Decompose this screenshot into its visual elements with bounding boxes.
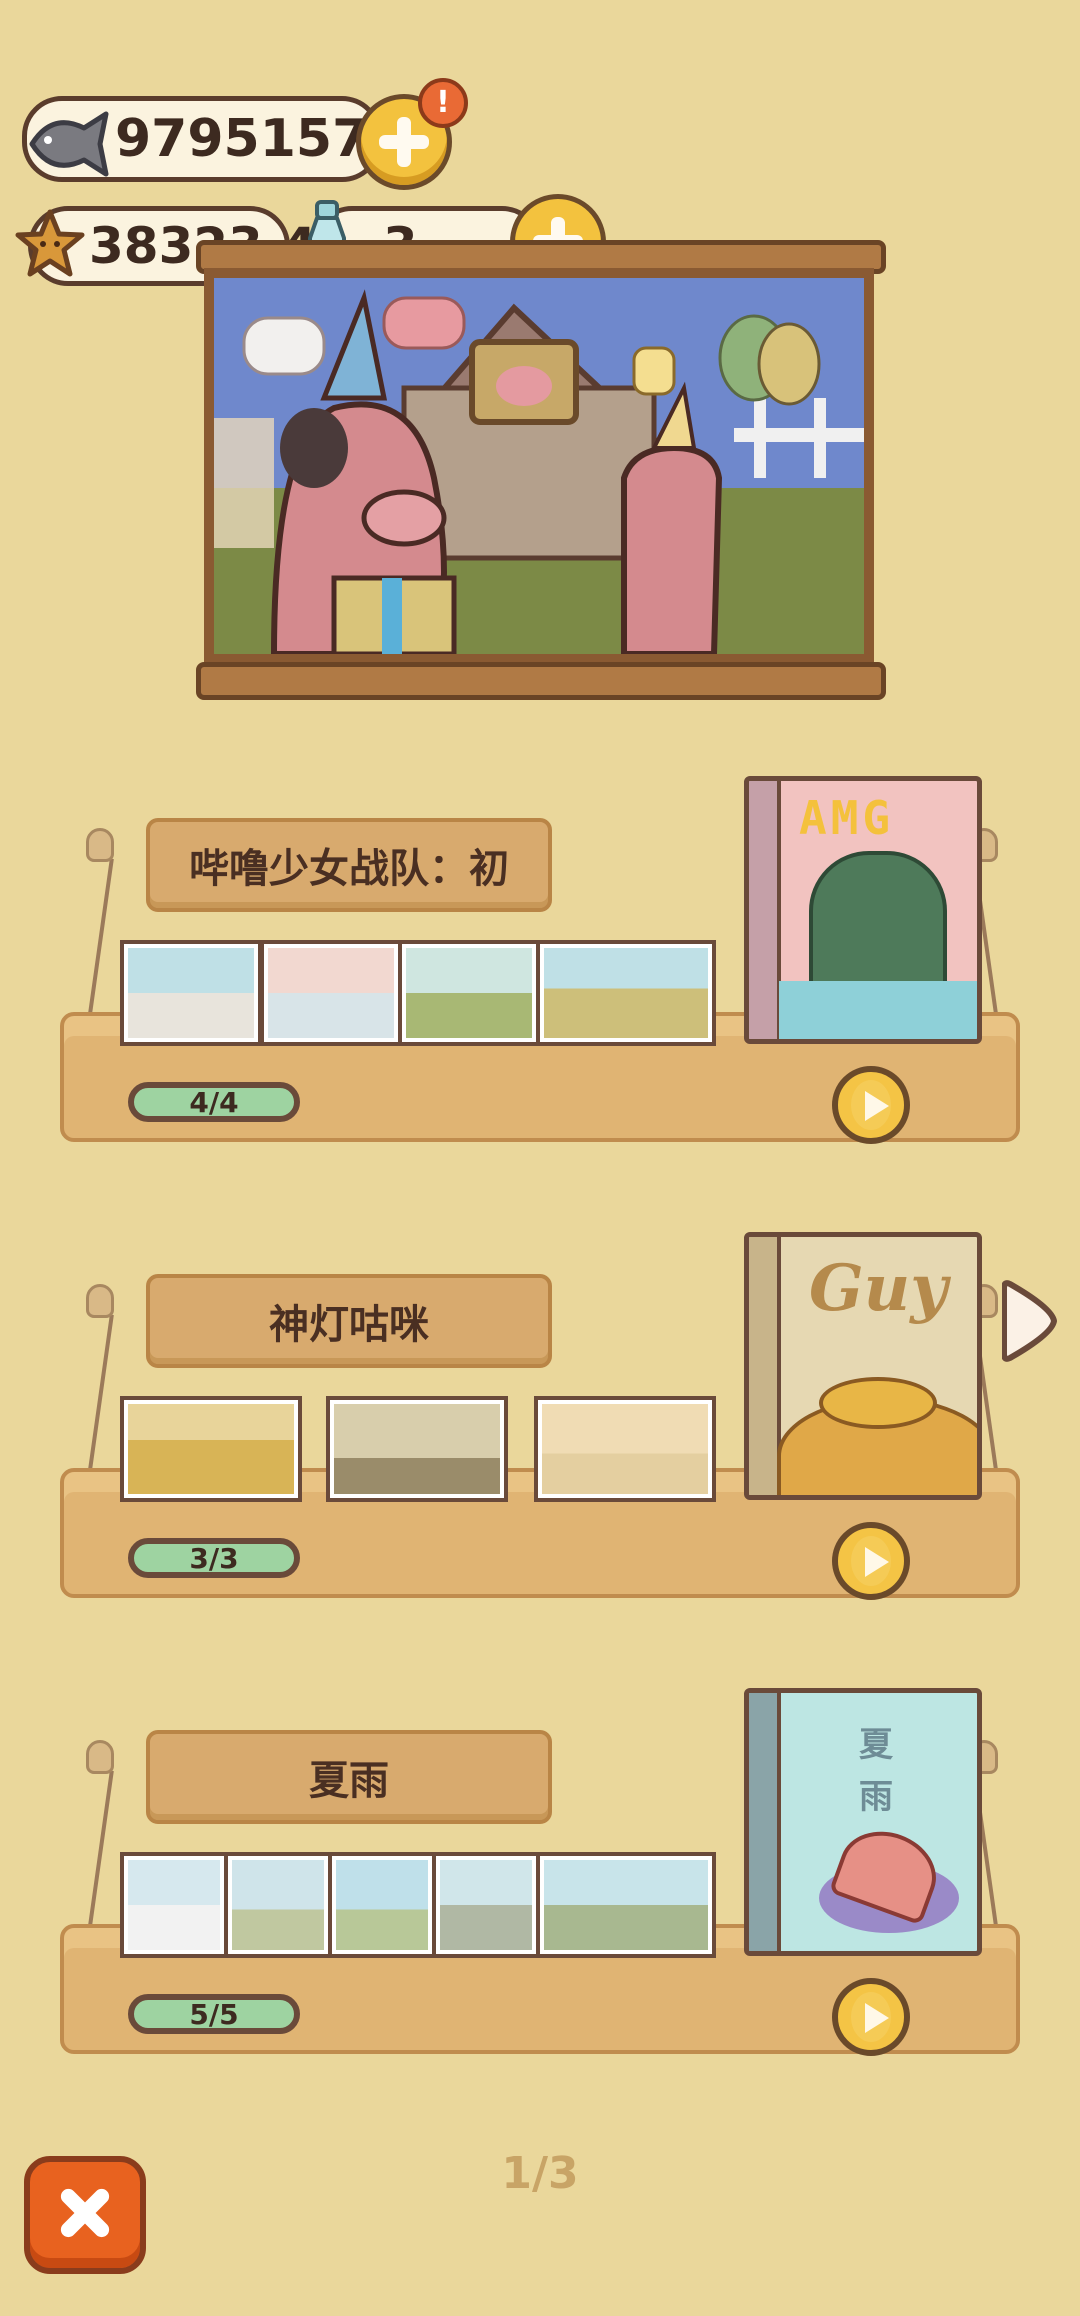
play-album-button[interactable] <box>832 1066 910 1144</box>
book-title: AMG <box>799 791 895 845</box>
page-indicator: 1/3 <box>501 2148 579 2199</box>
album-book[interactable]: Guy <box>744 1232 982 1500</box>
album-title: 夏雨 <box>146 1730 552 1824</box>
album-photo[interactable] <box>326 1396 508 1502</box>
album-photo[interactable] <box>260 940 402 1046</box>
album-photo[interactable] <box>224 1852 332 1958</box>
album-title: 哔噜少女战队：初 <box>146 818 552 912</box>
album-photo[interactable] <box>120 940 262 1046</box>
album-title: 神灯咕咪 <box>146 1274 552 1368</box>
book-cover-art <box>779 981 977 1039</box>
shelf-knob <box>86 1284 114 1318</box>
album-photo[interactable] <box>398 940 540 1046</box>
close-button[interactable] <box>24 2156 146 2274</box>
book-spine <box>749 781 781 1039</box>
shelf-pole <box>86 858 114 1028</box>
shelf-knob <box>86 828 114 862</box>
frame-bottom-rail <box>196 662 886 700</box>
album-progress: 4/4 <box>128 1082 300 1122</box>
album-photo[interactable] <box>536 940 716 1046</box>
album-photo[interactable] <box>536 1852 716 1958</box>
play-album-button[interactable] <box>832 1522 910 1600</box>
shelf-knob <box>86 1740 114 1774</box>
book-title: 夏雨 <box>859 1725 893 1817</box>
album-photo[interactable] <box>328 1852 436 1958</box>
album-progress-text: 5/5 <box>189 1997 239 2031</box>
book-cover-art <box>819 1377 937 1429</box>
fish-icon <box>29 111 109 177</box>
album-progress: 3/3 <box>128 1538 300 1578</box>
album-title-text: 哔噜少女战队：初 <box>189 846 509 892</box>
album-photo[interactable] <box>120 1396 302 1502</box>
alert-badge: ! <box>418 78 468 128</box>
album-progress-text: 3/3 <box>189 1541 239 1575</box>
album-book[interactable]: AMG <box>744 776 982 1044</box>
album-photo[interactable] <box>432 1852 540 1958</box>
album-progress: 5/5 <box>128 1994 300 2034</box>
book-title: Guy <box>809 1251 948 1326</box>
star-icon <box>15 209 85 277</box>
album-photo[interactable] <box>534 1396 716 1502</box>
shelf-pole <box>86 1314 114 1484</box>
book-spine <box>749 1693 781 1951</box>
album-photo[interactable] <box>120 1852 228 1958</box>
chevron-right-icon[interactable] <box>1002 1278 1060 1364</box>
album-progress-text: 4/4 <box>189 1085 239 1119</box>
album-title-text: 夏雨 <box>309 1758 389 1804</box>
album-title-text: 神灯咕咪 <box>269 1302 429 1348</box>
album-book[interactable]: 夏雨 <box>744 1688 982 1956</box>
shelf-pole <box>86 1770 114 1940</box>
fish-currency-value: 9795157 <box>115 109 369 169</box>
play-album-button[interactable] <box>832 1978 910 2056</box>
featured-picture[interactable] <box>204 268 874 664</box>
party-scene-illustration <box>214 278 864 654</box>
